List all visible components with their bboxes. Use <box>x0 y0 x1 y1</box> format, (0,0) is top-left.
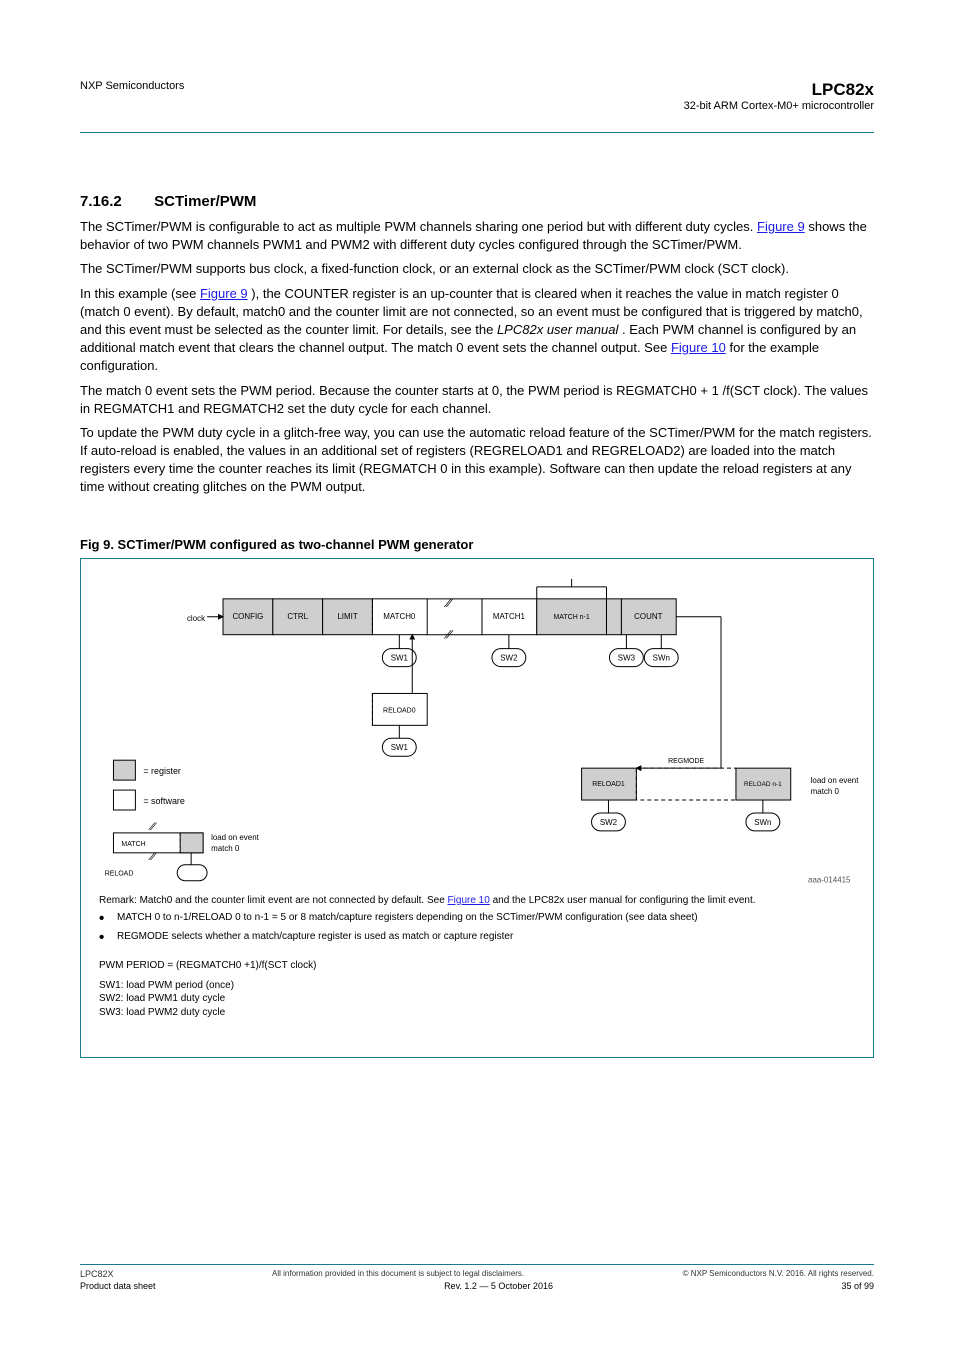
svg-text:RELOAD n-1: RELOAD n-1 <box>744 781 782 788</box>
svg-text:clock: clock <box>187 613 205 622</box>
svg-text:CONFIG: CONFIG <box>232 611 263 620</box>
figure-bullet-1: • MATCH 0 to n-1/RELOAD 0 to n-1 = 5 or … <box>99 911 855 926</box>
svg-text:MATCH: MATCH <box>121 840 145 847</box>
emphasis-manual: LPC82x user manual <box>497 322 618 337</box>
svg-text:SW1: SW1 <box>391 743 409 752</box>
svg-text:SW2: SW2 <box>600 818 618 827</box>
link-figure-10-a[interactable]: Figure 10 <box>671 340 726 355</box>
paragraph-5: To update the PWM duty cycle in a glitch… <box>80 424 874 497</box>
svg-text:LIMIT: LIMIT <box>337 611 357 620</box>
paragraph-2: The SCTimer/PWM supports bus clock, a fi… <box>80 260 874 278</box>
svg-text:match 0: match 0 <box>811 787 840 796</box>
svg-text:RELOAD0: RELOAD0 <box>383 707 416 714</box>
paragraph-1: The SCTimer/PWM is configurable to act a… <box>80 218 874 254</box>
section-heading: 7.16.2 SCTimer/PWM <box>80 193 874 210</box>
sw-label-3: SW3: load PWM2 duty cycle <box>99 1006 855 1020</box>
svg-text:REGMODE: REGMODE <box>668 758 704 765</box>
svg-text:RELOAD1: RELOAD1 <box>592 781 625 788</box>
header-left: NXP Semiconductors <box>80 80 184 112</box>
svg-text:SW3: SW3 <box>618 653 636 662</box>
sw-label-2: SW2: load PWM1 duty cycle <box>99 992 855 1006</box>
link-figure-9-b[interactable]: Figure 9 <box>200 286 248 301</box>
svg-text:SWn: SWn <box>754 818 771 827</box>
pwm-period: PWM PERIOD = (REGMATCH0 +1)/f(SCT clock) <box>99 959 855 973</box>
footer-page: 35 of 99 <box>841 1281 874 1291</box>
svg-text:SW1: SW1 <box>391 653 409 662</box>
footer-right: © NXP Semiconductors N.V. 2016. All righ… <box>683 1269 874 1279</box>
svg-text:MATCH0: MATCH0 <box>383 611 416 620</box>
svg-text:MATCH n-1: MATCH n-1 <box>553 613 589 620</box>
body: 7.16.2 SCTimer/PWM The SCTimer/PWM is co… <box>80 193 874 1058</box>
sw-label-1: SW1: load PWM period (once) <box>99 979 855 993</box>
svg-text:= register: = register <box>143 766 181 776</box>
footer-rev: Rev. 1.2 — 5 October 2016 <box>444 1281 553 1291</box>
svg-text:aaa-014415: aaa-014415 <box>808 875 851 884</box>
svg-text:load on event: load on event <box>211 832 260 841</box>
figure-9: CONFIG CTRL LIMIT MATCH0 ∕∕ ∕∕ <box>80 558 874 1058</box>
svg-text:= software: = software <box>143 796 185 806</box>
svg-text:load on event: load on event <box>811 776 860 785</box>
footer-label: Product data sheet <box>80 1281 156 1291</box>
figure-remark: Remark: Match0 and the counter limit eve… <box>99 894 855 908</box>
header-rule <box>80 132 874 133</box>
paragraph-3: In this example (see Figure 9 ), the COU… <box>80 285 874 376</box>
header-product: LPC82x <box>684 80 874 100</box>
section-number: 7.16.2 <box>80 193 150 210</box>
paragraph-4: The match 0 event sets the PWM period. B… <box>80 382 874 418</box>
svg-text:∕∕: ∕∕ <box>443 595 454 609</box>
footer-mid: All information provided in this documen… <box>272 1269 524 1279</box>
figure-bullet-2: • REGMODE selects whether a match/captur… <box>99 930 855 945</box>
link-figure-9-a[interactable]: Figure 9 <box>757 219 805 234</box>
svg-text:∕∕: ∕∕ <box>148 821 157 833</box>
svg-text:match 0: match 0 <box>211 843 240 852</box>
svg-text:RELOAD: RELOAD <box>105 870 134 877</box>
svg-text:CTRL: CTRL <box>287 611 308 620</box>
svg-text:SW2: SW2 <box>500 653 518 662</box>
svg-text:SWn: SWn <box>653 653 670 662</box>
footer-doc: LPC82X <box>80 1269 114 1279</box>
section-title-text: SCTimer/PWM <box>154 193 256 210</box>
figure-caption: Fig 9. SCTimer/PWM configured as two-cha… <box>80 537 874 552</box>
page-footer: LPC82X All information provided in this … <box>80 1254 874 1291</box>
header-subtitle: 32-bit ARM Cortex-M0+ microcontroller <box>684 100 874 112</box>
svg-text:MATCH1: MATCH1 <box>493 611 526 620</box>
page-header: NXP Semiconductors LPC82x 32-bit ARM Cor… <box>80 80 874 112</box>
link-figure-10-b[interactable]: Figure 10 <box>448 895 490 906</box>
svg-text:COUNT: COUNT <box>634 611 662 620</box>
